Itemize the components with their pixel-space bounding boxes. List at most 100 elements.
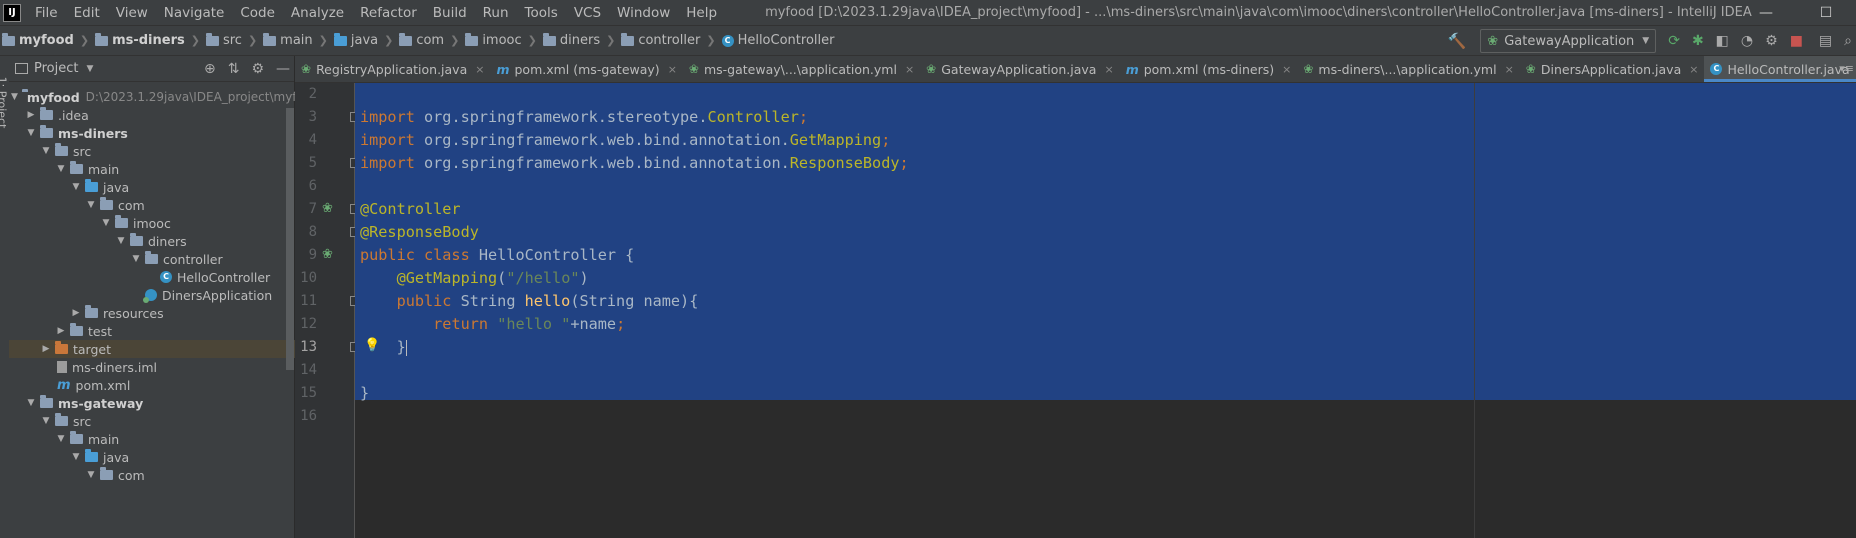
breadcrumb-main[interactable]: main <box>263 32 313 48</box>
tab-pom-ms-diners[interactable]: m pom.xml (ms-diners) × <box>1120 56 1298 82</box>
breadcrumb-ms-diners[interactable]: ms-diners <box>95 32 185 48</box>
project-structure-icon[interactable]: ▤ <box>1819 33 1832 49</box>
close-icon[interactable]: × <box>668 63 677 76</box>
expand-arrow-icon[interactable]: ▼ <box>41 146 51 156</box>
menu-refactor[interactable]: Refactor <box>352 5 425 21</box>
build-hammer-icon[interactable]: 🔨 <box>1448 32 1467 50</box>
tree-item-myfood[interactable]: ▼ myfood D:\2023.1.29java\IDEA_project\m… <box>9 88 319 106</box>
minimize-button[interactable]: — <box>1736 0 1796 26</box>
attach-debugger-icon[interactable]: ⚙ <box>1765 33 1778 49</box>
expand-arrow-icon[interactable]: ▼ <box>86 470 96 480</box>
close-icon[interactable]: × <box>905 63 914 76</box>
tree-item-pom-xml[interactable]: m pom.xml <box>9 376 337 394</box>
close-icon[interactable]: × <box>1505 63 1514 76</box>
tree-item-src[interactable]: ▼ src <box>9 412 321 430</box>
expand-arrow-icon[interactable]: ▼ <box>26 398 36 408</box>
stop-icon[interactable]: ■ <box>1790 33 1803 49</box>
tab-label: RegistryApplication.java <box>316 61 468 77</box>
tab-list-menu-icon[interactable]: ▾≡ <box>1839 62 1854 75</box>
breadcrumb-diners[interactable]: diners <box>542 32 600 48</box>
code-token: org.springframework.web.bind.annotation. <box>414 131 790 149</box>
editor-gutter: 2 3 4 5 6 7 8 9 10 11 12 13 14 15 16 ❀ ❀ <box>295 83 358 538</box>
tree-item-ms-gateway[interactable]: ▼ ms-gateway <box>9 394 306 412</box>
tab-hellocontroller[interactable]: C HelloController.java <box>1704 56 1856 82</box>
menu-navigate[interactable]: Navigate <box>156 5 233 21</box>
code-editor[interactable]: 2 3 4 5 6 7 8 9 10 11 12 13 14 15 16 ❀ ❀ <box>295 83 1856 538</box>
run-configuration-select[interactable]: ❀ GatewayApplication ▼ <box>1480 29 1657 53</box>
line-number: 5 <box>308 155 317 171</box>
spring-boot-class-icon: ❀ <box>301 62 312 76</box>
menu-code[interactable]: Code <box>232 5 283 21</box>
collapse-arrow-icon[interactable]: ▶ <box>26 110 36 120</box>
project-tree-scrollbar[interactable] <box>286 108 294 370</box>
breadcrumb-myfood[interactable]: myfood <box>2 32 74 48</box>
tree-item-target[interactable]: ▶ target <box>9 340 321 358</box>
tab-label: DinersApplication.java <box>1540 61 1682 77</box>
coverage-icon[interactable]: ◧ <box>1716 33 1729 49</box>
expand-arrow-icon[interactable]: ▼ <box>131 254 141 264</box>
dropdown-arrow-icon[interactable]: ▼ <box>86 64 93 74</box>
maven-icon: m <box>57 377 71 393</box>
close-icon[interactable]: × <box>475 63 484 76</box>
debug-icon[interactable]: ✱ <box>1692 33 1704 49</box>
collapse-all-icon[interactable]: ⇅ <box>228 61 240 77</box>
close-icon[interactable]: × <box>1689 63 1698 76</box>
menu-edit[interactable]: Edit <box>66 5 108 21</box>
spring-bean-gutter-icon[interactable]: ❀ <box>322 201 333 216</box>
menu-vcs[interactable]: VCS <box>566 5 609 21</box>
expand-arrow-icon[interactable]: ▼ <box>56 164 66 174</box>
search-everywhere-icon[interactable]: ⌕ <box>1844 33 1852 49</box>
gear-icon[interactable]: ⚙ <box>251 61 264 77</box>
menu-file[interactable]: File <box>27 5 66 21</box>
collapse-arrow-icon[interactable]: ▶ <box>41 344 51 354</box>
tree-item-idea[interactable]: ▶ .idea <box>9 106 306 124</box>
menu-window[interactable]: Window <box>609 5 678 21</box>
project-view-selector[interactable]: Project <box>34 61 78 76</box>
project-tool-window-button[interactable]: 1: Project <box>0 77 8 129</box>
tree-item-main[interactable]: ▼ main <box>9 430 336 448</box>
tab-dinersapplication[interactable]: ❀ DinersApplication.java × <box>1520 56 1705 82</box>
expand-arrow-icon[interactable]: ▼ <box>71 182 81 192</box>
breadcrumb-java[interactable]: java <box>333 32 378 48</box>
breadcrumb-src[interactable]: src <box>205 32 242 48</box>
collapse-arrow-icon[interactable]: ▶ <box>71 308 81 318</box>
expand-arrow-icon[interactable]: ▼ <box>56 434 66 444</box>
tab-diners-application-yml[interactable]: ❀ ms-diners\...\application.yml × <box>1297 56 1519 82</box>
expand-arrow-icon[interactable]: ▼ <box>116 236 126 246</box>
close-icon[interactable]: × <box>1104 63 1113 76</box>
menu-run[interactable]: Run <box>475 5 517 21</box>
expand-arrow-icon[interactable]: ▼ <box>41 416 51 426</box>
profile-icon[interactable]: ◔ <box>1741 33 1753 49</box>
code-token: import <box>360 154 415 172</box>
tab-gateway-application-yml[interactable]: ❀ ms-gateway\...\application.yml × <box>683 56 920 82</box>
hide-panel-icon[interactable]: — <box>276 61 290 77</box>
rerun-icon[interactable]: ⟳ <box>1668 33 1680 49</box>
tree-item-src[interactable]: ▼ src <box>9 142 321 160</box>
expand-arrow-icon[interactable]: ▼ <box>71 452 81 462</box>
spring-bean-gutter-icon[interactable]: ❀ <box>322 247 333 262</box>
expand-arrow-icon[interactable]: ▼ <box>86 200 96 210</box>
breadcrumb-com[interactable]: com <box>399 32 444 48</box>
breadcrumb-hellocontroller[interactable]: C HelloController <box>721 33 834 48</box>
breadcrumb-controller[interactable]: controller <box>621 32 700 48</box>
close-icon[interactable]: × <box>1282 63 1291 76</box>
tree-item-ms-diners[interactable]: ▼ ms-diners <box>9 124 306 142</box>
project-view-icon <box>15 63 28 74</box>
tab-gatewayapplication[interactable]: ❀ GatewayApplication.java × <box>920 56 1120 82</box>
maximize-button[interactable]: ☐ <box>1796 0 1856 26</box>
menu-help[interactable]: Help <box>678 5 725 21</box>
locate-file-icon[interactable]: ⊕ <box>204 61 216 77</box>
tab-registryapplication[interactable]: ❀ RegistryApplication.java × <box>295 56 490 82</box>
tree-item-label: main <box>88 161 120 177</box>
expand-arrow-icon[interactable]: ▼ <box>26 128 36 138</box>
tree-item-label: diners <box>148 233 187 249</box>
menu-build[interactable]: Build <box>425 5 475 21</box>
menu-analyze[interactable]: Analyze <box>283 5 352 21</box>
expand-arrow-icon[interactable]: ▼ <box>101 218 111 228</box>
collapse-arrow-icon[interactable]: ▶ <box>56 326 66 336</box>
menu-tools[interactable]: Tools <box>517 5 566 21</box>
menu-view[interactable]: View <box>108 5 156 21</box>
breadcrumb-imooc[interactable]: imooc <box>465 32 522 48</box>
expand-arrow-icon[interactable]: ▼ <box>11 92 18 102</box>
tab-pom-ms-gateway[interactable]: m pom.xml (ms-gateway) × <box>490 56 682 82</box>
